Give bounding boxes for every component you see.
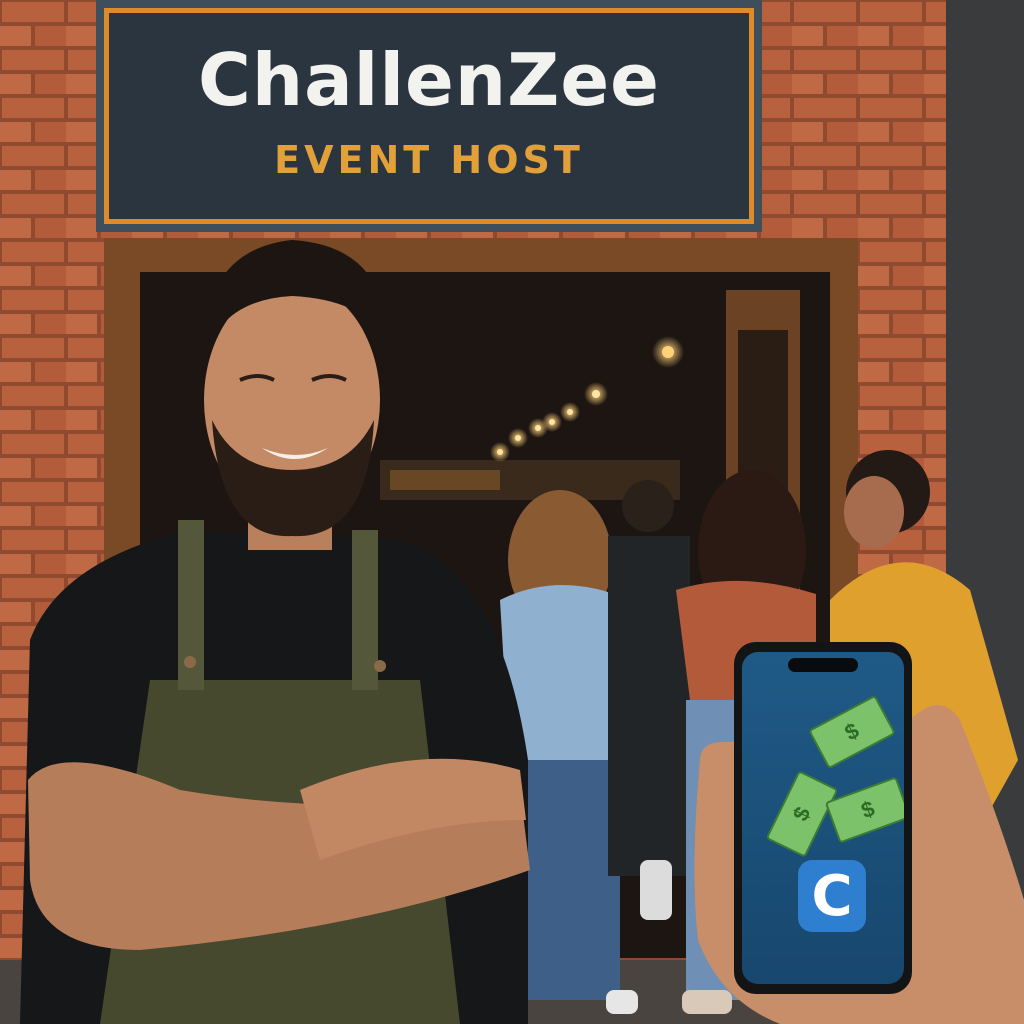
storefront-scene: ChallenZee EVENT HOST $ $ $ C	[0, 0, 1024, 1024]
sign-title: ChallenZee	[197, 38, 660, 122]
sign-subtitle: EVENT HOST	[274, 138, 584, 182]
person-dark-shirt	[608, 480, 690, 920]
dollar-bill-icon: $	[824, 776, 904, 844]
sign-board: ChallenZee EVENT HOST	[104, 8, 754, 224]
dollar-bill-icon: $	[765, 770, 839, 858]
phone-notch	[788, 658, 858, 672]
challenzee-app-icon[interactable]: C	[798, 860, 866, 932]
smartphone: $ $ $ C	[734, 642, 912, 994]
phone-screen: $ $ $ C	[742, 652, 904, 984]
storefront-sign: ChallenZee EVENT HOST	[96, 0, 762, 232]
dollar-bill-icon: $	[808, 694, 896, 770]
